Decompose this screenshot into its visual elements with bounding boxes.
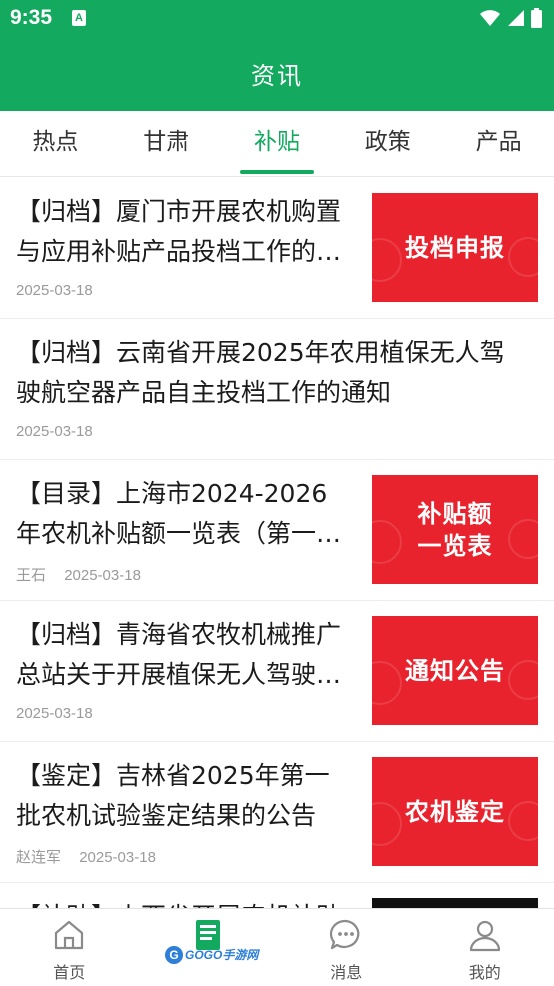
article-title: 【补贴】山西省开展农机补贴工作 bbox=[16, 897, 352, 908]
nav-profile[interactable]: 我的 bbox=[416, 909, 554, 986]
thumbnail-text: 投档申报 bbox=[405, 233, 505, 262]
page-title: 资讯 bbox=[251, 62, 303, 90]
article-list: 【归档】厦门市开展农机购置与应用补贴产品投档工作的通知 2025-03-18 投… bbox=[0, 178, 554, 908]
profile-icon bbox=[469, 920, 500, 952]
battery-icon bbox=[531, 8, 542, 28]
article-author: 赵连军 bbox=[16, 849, 62, 866]
article-meta: 赵连军 2025-03-18 bbox=[16, 846, 156, 867]
app-header: 9:35 A 资讯 bbox=[0, 0, 554, 111]
article-date: 2025-03-18 bbox=[64, 567, 141, 584]
nav-messages[interactable]: 消息 bbox=[277, 909, 416, 986]
thumbnail-text: 补贴额 一览表 bbox=[417, 499, 493, 560]
nav-home[interactable]: 首页 bbox=[0, 909, 139, 986]
list-item[interactable]: 【鉴定】吉林省2025年第一批农机试验鉴定结果的公告 赵连军 2025-03-1… bbox=[0, 742, 554, 883]
home-icon bbox=[55, 920, 84, 950]
bottom-nav: 首页 消息 我的 bbox=[0, 908, 554, 986]
signal-icon bbox=[508, 10, 524, 26]
article-title: 【鉴定】吉林省2025年第一批农机试验鉴定结果的公告 bbox=[16, 761, 330, 830]
message-icon bbox=[330, 919, 360, 950]
list-item[interactable]: 【归档】厦门市开展农机购置与应用补贴产品投档工作的通知 2025-03-18 投… bbox=[0, 178, 554, 319]
watermark-logo: G GOGO手游网 bbox=[165, 946, 258, 964]
category-tabs: 热点 甘肃 补贴 政策 产品 bbox=[0, 111, 554, 177]
article-author: 王石 bbox=[16, 567, 47, 584]
status-time: 9:35 bbox=[10, 6, 53, 29]
list-item[interactable]: 【归档】青海省农牧机械推广总站关于开展植保无人驾驶航空器投档的通知 2025-0… bbox=[0, 601, 554, 742]
list-item[interactable]: 【目录】上海市2024-2026年农机补贴额一览表（第一批） 王石 2025-0… bbox=[0, 460, 554, 601]
article-meta: 2025-03-18 bbox=[16, 705, 93, 722]
article-meta: 2025-03-18 bbox=[16, 282, 93, 299]
article-meta: 2025-03-18 bbox=[16, 423, 93, 440]
article-meta: 王石 2025-03-18 bbox=[16, 564, 141, 585]
article-thumbnail: 投档申报 bbox=[372, 193, 538, 302]
list-item[interactable]: 【归档】云南省开展2025年农用植保无人驾驶航空器产品自主投档工作的通知 202… bbox=[0, 319, 554, 460]
article-date: 2025-03-18 bbox=[16, 705, 93, 722]
thumbnail-text: 通知公告 bbox=[405, 656, 505, 685]
tab-policy[interactable]: 政策 bbox=[332, 111, 443, 176]
notification-icon: A bbox=[72, 10, 86, 26]
article-title: 【归档】厦门市开展农机购置与应用补贴产品投档工作的通知 bbox=[16, 197, 342, 266]
article-thumbnail bbox=[372, 898, 538, 908]
watermark-text: GOGO手游网 bbox=[185, 948, 259, 962]
tab-hot[interactable]: 热点 bbox=[0, 111, 111, 176]
article-title: 【归档】云南省开展2025年农用植保无人驾驶航空器产品自主投档工作的通知 bbox=[16, 338, 505, 407]
article-date: 2025-03-18 bbox=[16, 423, 93, 440]
tab-gansu[interactable]: 甘肃 bbox=[111, 111, 222, 176]
list-item[interactable]: 【补贴】山西省开展农机补贴工作 bbox=[0, 883, 554, 908]
article-title: 【目录】上海市2024-2026年农机补贴额一览表（第一批） bbox=[16, 479, 328, 548]
article-title: 【归档】青海省农牧机械推广总站关于开展植保无人驾驶航空器投档的通知 bbox=[16, 620, 342, 689]
nav-profile-label: 我的 bbox=[468, 963, 501, 982]
tab-subsidy[interactable]: 补贴 bbox=[222, 111, 333, 176]
tab-products[interactable]: 产品 bbox=[443, 111, 554, 176]
status-icons bbox=[479, 8, 542, 28]
status-bar: 9:35 A bbox=[0, 0, 554, 40]
article-thumbnail: 农机鉴定 bbox=[372, 757, 538, 866]
article-thumbnail: 补贴额 一览表 bbox=[372, 475, 538, 584]
nav-home-label: 首页 bbox=[53, 963, 86, 982]
thumbnail-text: 农机鉴定 bbox=[405, 797, 505, 826]
wifi-icon bbox=[480, 10, 500, 26]
article-date: 2025-03-18 bbox=[16, 282, 93, 299]
article-thumbnail: 通知公告 bbox=[372, 616, 538, 725]
nav-messages-label: 消息 bbox=[330, 963, 363, 982]
article-date: 2025-03-18 bbox=[79, 849, 156, 866]
